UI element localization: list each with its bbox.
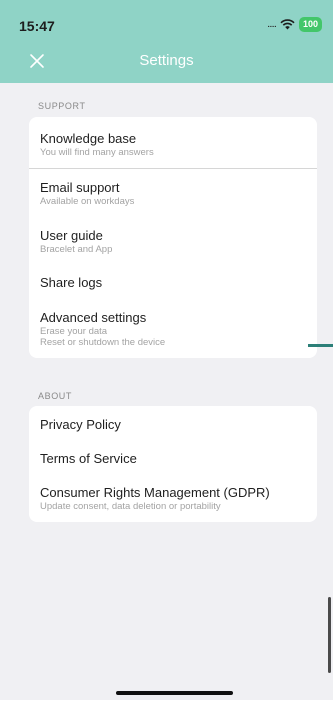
row-title: Terms of Service	[40, 451, 137, 466]
page-title: Settings	[139, 52, 194, 69]
row-subtitle: Erase your data	[40, 326, 108, 337]
row-title: Email support	[40, 180, 120, 195]
row-title: User guide	[40, 228, 103, 243]
divider	[29, 168, 317, 169]
row-subtitle: You will find many answers	[40, 147, 154, 158]
row-title: Share logs	[40, 275, 103, 290]
row-title: Advanced settings	[40, 310, 147, 325]
accent-mark	[308, 344, 333, 347]
signal-icon: .....	[267, 18, 277, 30]
row-title: Privacy Policy	[40, 417, 121, 432]
list-item-terms-of-service[interactable]: Terms of Service	[40, 451, 307, 467]
about-card: Privacy Policy Terms of Service Consumer…	[29, 406, 317, 522]
row-subtitle: Bracelet and App	[40, 244, 113, 255]
row-title: Consumer Rights Management (GDPR)	[40, 485, 270, 500]
list-item-user-guide[interactable]: User guide Bracelet and App	[40, 228, 307, 255]
home-indicator[interactable]	[116, 691, 233, 695]
list-item-advanced-settings[interactable]: Advanced settings Erase your data Reset …	[40, 310, 307, 348]
section-label-about: ABOUT	[38, 391, 73, 401]
wifi-icon	[280, 19, 295, 30]
row-subtitle-2: Reset or shutdown the device	[40, 337, 166, 348]
bottom-edge	[0, 700, 333, 705]
row-title: Knowledge base	[40, 131, 137, 146]
phone-screen: 15:47 ..... 100 Settings SUPPORT Knowled…	[0, 0, 333, 705]
list-item-knowledge-base[interactable]: Knowledge base You will find many answer…	[40, 131, 307, 158]
scrollbar[interactable]	[328, 597, 331, 673]
list-item-gdpr[interactable]: Consumer Rights Management (GDPR) Update…	[40, 485, 307, 512]
list-item-email-support[interactable]: Email support Available on workdays	[40, 180, 307, 207]
status-time: 15:47	[19, 18, 55, 34]
row-subtitle: Available on workdays	[40, 196, 135, 207]
list-item-share-logs[interactable]: Share logs	[40, 275, 307, 291]
battery-badge: 100	[298, 16, 322, 32]
header-bar: 15:47 ..... 100 Settings	[0, 0, 333, 83]
status-icons: ..... 100	[267, 15, 322, 33]
section-label-support: SUPPORT	[38, 101, 86, 111]
support-card: Knowledge base You will find many answer…	[29, 117, 317, 358]
row-subtitle: Update consent, data deletion or portabi…	[40, 501, 221, 512]
list-item-privacy-policy[interactable]: Privacy Policy	[40, 417, 307, 433]
